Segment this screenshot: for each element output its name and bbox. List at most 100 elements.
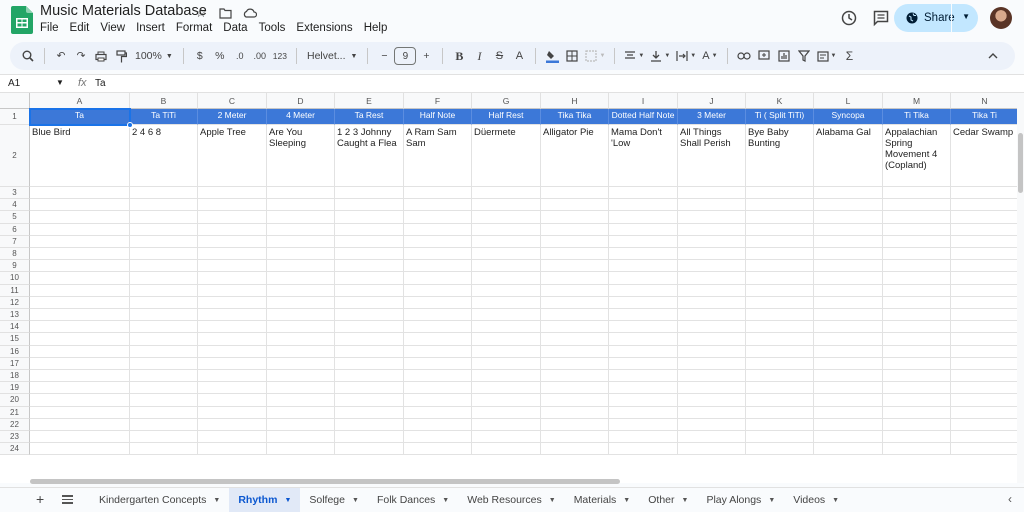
- header-cell[interactable]: 4 Meter: [267, 109, 335, 125]
- empty-cell[interactable]: [472, 333, 541, 346]
- document-title[interactable]: Music Materials Database: [40, 3, 207, 19]
- row-header-8[interactable]: 8: [0, 248, 30, 261]
- percent-format-button[interactable]: %: [210, 45, 230, 67]
- empty-cell[interactable]: [541, 260, 609, 273]
- empty-cell[interactable]: [472, 321, 541, 334]
- data-cell[interactable]: All Things Shall Perish: [678, 125, 746, 187]
- avatar[interactable]: [990, 7, 1012, 29]
- font-family-select[interactable]: Helvet... ▼: [303, 45, 361, 67]
- empty-cell[interactable]: [30, 272, 130, 285]
- empty-cell[interactable]: [609, 309, 678, 322]
- header-cell[interactable]: Ti ( Split TiTi): [746, 109, 814, 125]
- empty-cell[interactable]: [746, 382, 814, 395]
- row-header-16[interactable]: 16: [0, 345, 30, 358]
- empty-cell[interactable]: [130, 199, 198, 212]
- empty-cell[interactable]: [30, 260, 130, 273]
- empty-cell[interactable]: [883, 272, 951, 285]
- empty-cell[interactable]: [404, 394, 472, 407]
- column-header-d[interactable]: D: [267, 93, 335, 109]
- empty-cell[interactable]: [951, 309, 1017, 322]
- empty-cell[interactable]: [335, 284, 404, 297]
- empty-cell[interactable]: [267, 309, 335, 322]
- empty-cell[interactable]: [609, 235, 678, 248]
- empty-cell[interactable]: [404, 443, 472, 456]
- empty-cell[interactable]: [678, 296, 746, 309]
- empty-cell[interactable]: [335, 211, 404, 224]
- empty-cell[interactable]: [198, 321, 267, 334]
- empty-cell[interactable]: [267, 418, 335, 431]
- empty-cell[interactable]: [746, 345, 814, 358]
- empty-cell[interactable]: [30, 431, 130, 444]
- empty-cell[interactable]: [335, 431, 404, 444]
- empty-cell[interactable]: [198, 248, 267, 261]
- data-cell[interactable]: Düermete: [472, 125, 541, 187]
- empty-cell[interactable]: [678, 406, 746, 419]
- empty-cell[interactable]: [609, 260, 678, 273]
- empty-cell[interactable]: [404, 296, 472, 309]
- empty-cell[interactable]: [472, 248, 541, 261]
- empty-cell[interactable]: [951, 443, 1017, 456]
- empty-cell[interactable]: [267, 235, 335, 248]
- empty-cell[interactable]: [267, 357, 335, 370]
- empty-cell[interactable]: [541, 394, 609, 407]
- empty-cell[interactable]: [951, 211, 1017, 224]
- empty-cell[interactable]: [609, 431, 678, 444]
- empty-cell[interactable]: [267, 199, 335, 212]
- empty-cell[interactable]: [541, 272, 609, 285]
- chevron-down-icon[interactable]: ▼: [682, 497, 689, 504]
- empty-cell[interactable]: [472, 382, 541, 395]
- empty-cell[interactable]: [746, 260, 814, 273]
- empty-cell[interactable]: [130, 296, 198, 309]
- row-header-22[interactable]: 22: [0, 418, 30, 431]
- empty-cell[interactable]: [198, 223, 267, 236]
- scroll-tabs-left-icon[interactable]: ‹: [1008, 492, 1012, 506]
- empty-cell[interactable]: [609, 272, 678, 285]
- row-header-12[interactable]: 12: [0, 296, 30, 309]
- empty-cell[interactable]: [30, 309, 130, 322]
- column-header-h[interactable]: H: [541, 93, 609, 109]
- empty-cell[interactable]: [541, 321, 609, 334]
- vertical-scrollbar[interactable]: [1017, 93, 1024, 483]
- data-cell[interactable]: Blue Bird: [30, 125, 130, 187]
- menu-format[interactable]: Format: [176, 21, 218, 34]
- empty-cell[interactable]: [678, 211, 746, 224]
- empty-cell[interactable]: [678, 272, 746, 285]
- empty-cell[interactable]: [951, 297, 1017, 309]
- menu-view[interactable]: View: [100, 21, 131, 34]
- text-wrapping-icon[interactable]: ▼: [673, 45, 699, 67]
- empty-cell[interactable]: [951, 358, 1017, 370]
- empty-cell[interactable]: [883, 223, 951, 236]
- empty-cell[interactable]: [130, 223, 198, 236]
- empty-cell[interactable]: [335, 235, 404, 248]
- empty-cell[interactable]: [746, 211, 814, 224]
- menu-extensions[interactable]: Extensions: [296, 21, 358, 34]
- empty-cell[interactable]: [814, 394, 883, 407]
- empty-cell[interactable]: [746, 418, 814, 431]
- empty-cell[interactable]: [951, 236, 1017, 248]
- empty-cell[interactable]: [541, 235, 609, 248]
- empty-cell[interactable]: [609, 333, 678, 346]
- empty-cell[interactable]: [678, 431, 746, 444]
- empty-cell[interactable]: [30, 418, 130, 431]
- empty-cell[interactable]: [678, 345, 746, 358]
- empty-cell[interactable]: [678, 370, 746, 383]
- empty-cell[interactable]: [541, 211, 609, 224]
- sheet-tab-kindergarten-concepts[interactable]: Kindergarten Concepts ▼: [90, 488, 229, 512]
- empty-cell[interactable]: [746, 235, 814, 248]
- empty-cell[interactable]: [814, 370, 883, 383]
- row-header-7[interactable]: 7: [0, 235, 30, 248]
- currency-format-button[interactable]: $: [190, 45, 210, 67]
- empty-cell[interactable]: [472, 284, 541, 297]
- text-color-icon[interactable]: A: [509, 45, 529, 67]
- share-button[interactable]: Share ▼: [894, 4, 978, 32]
- empty-cell[interactable]: [267, 272, 335, 285]
- decrease-font-size-icon[interactable]: −: [374, 45, 394, 67]
- header-cell[interactable]: Half Note: [404, 109, 472, 125]
- empty-cell[interactable]: [30, 223, 130, 236]
- empty-cell[interactable]: [678, 223, 746, 236]
- search-menus-icon[interactable]: [18, 45, 38, 67]
- empty-cell[interactable]: [951, 382, 1017, 395]
- empty-cell[interactable]: [678, 382, 746, 395]
- empty-cell[interactable]: [335, 345, 404, 358]
- empty-cell[interactable]: [472, 223, 541, 236]
